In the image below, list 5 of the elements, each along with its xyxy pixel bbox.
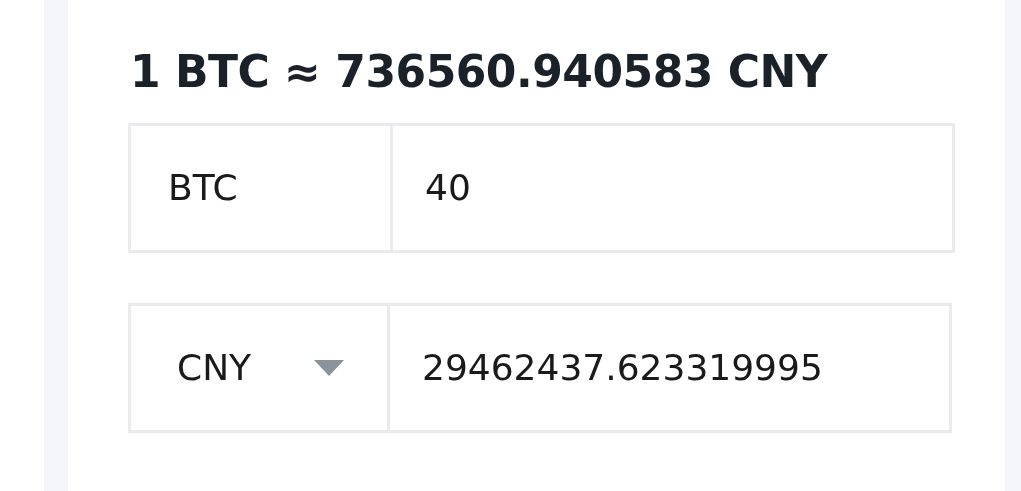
exchange-rate-heading: 1 BTC ≈ 736560.940583 CNY <box>130 46 829 99</box>
caret-icon <box>314 359 344 376</box>
currency-dropdown[interactable]: CNY <box>128 302 390 433</box>
amount-field[interactable]: 40 <box>390 122 955 253</box>
amount-field[interactable]: 29462437.623319995 <box>387 302 952 433</box>
